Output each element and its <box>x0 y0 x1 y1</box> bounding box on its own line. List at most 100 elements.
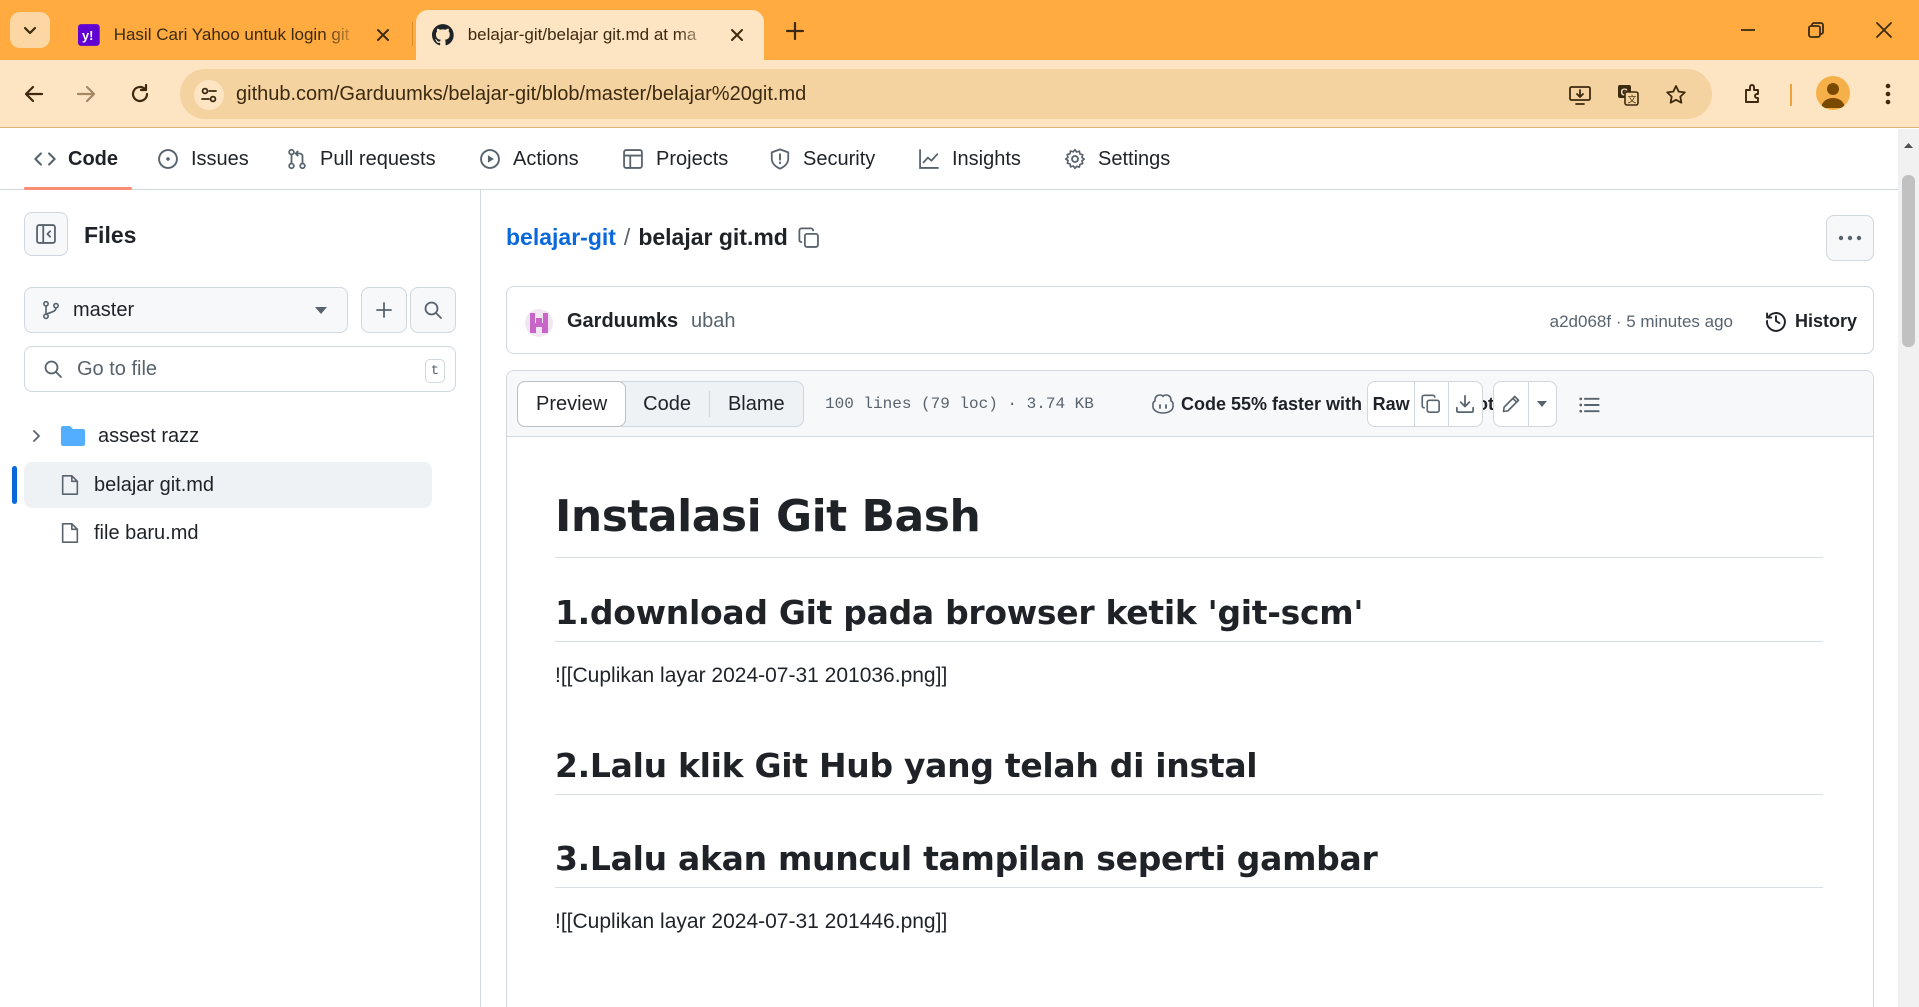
avatar[interactable] <box>525 309 553 337</box>
minimize-icon <box>1741 29 1755 31</box>
svg-text:y!: y! <box>82 28 93 43</box>
edit-file-button[interactable] <box>1494 382 1529 426</box>
history-label: History <box>1794 310 1857 331</box>
site-info-icon[interactable] <box>194 80 224 110</box>
reload-icon <box>131 83 149 103</box>
outline-button[interactable] <box>1569 385 1609 425</box>
browser-menu-button[interactable] <box>1868 74 1908 114</box>
paragraph: ![[Cuplikan layar 2024-07-31 201036.png]… <box>555 664 948 687</box>
breadcrumb-file-name: belajar git.md <box>638 224 788 250</box>
close-icon[interactable] <box>372 24 394 46</box>
tree-file-file-baru-md[interactable]: file baru.md <box>24 510 432 556</box>
blame-tab[interactable]: Blame <box>710 382 803 426</box>
heading-1: Instalasi Git Bash <box>555 491 1823 558</box>
back-button[interactable] <box>14 74 54 114</box>
gear-icon <box>1064 148 1086 170</box>
tab-label: Security <box>803 147 876 170</box>
close-icon[interactable] <box>726 24 748 46</box>
tab-insights[interactable]: Insights <box>918 139 1021 179</box>
preview-tab[interactable]: Preview <box>517 381 627 427</box>
tab-projects[interactable]: Projects <box>622 139 728 179</box>
sidebar-title: Files <box>84 222 137 248</box>
more-options-button[interactable] <box>1826 215 1874 261</box>
file-header: Preview Code Blame 100 lines (79 loc) · … <box>507 371 1873 437</box>
scroll-up-arrow-icon[interactable] <box>1898 135 1919 155</box>
yahoo-icon: y! <box>78 24 100 46</box>
tab-label: Settings <box>1098 147 1171 170</box>
search-code-button[interactable] <box>410 287 456 333</box>
toolbar-separator <box>1790 84 1792 106</box>
commit-message[interactable]: ubah <box>691 310 736 333</box>
forward-button[interactable] <box>66 74 106 114</box>
commit-author[interactable]: Garduumks <box>567 310 678 333</box>
kebab-menu-icon <box>1885 83 1891 105</box>
heading-2: 3.Lalu akan muncul tampilan seperti gamb… <box>555 839 1823 888</box>
restore-button[interactable] <box>1782 8 1850 52</box>
tab-issues[interactable]: Issues <box>157 139 249 179</box>
tree-folder-assest-razz[interactable]: assest razz <box>24 413 432 459</box>
tree-item-label: belajar git.md <box>94 473 215 496</box>
browser-tab-yahoo[interactable]: y! Hasil Cari Yahoo untuk login git <box>62 10 410 60</box>
tab-code[interactable]: Code <box>34 139 118 179</box>
minimize-button[interactable] <box>1714 8 1782 52</box>
profile-avatar[interactable] <box>1816 76 1850 110</box>
caret-down-icon <box>1537 401 1548 407</box>
add-file-button[interactable] <box>361 287 407 333</box>
view-mode-toggle: Preview Code Blame <box>517 381 804 427</box>
copy-raw-button[interactable] <box>1415 382 1449 426</box>
copy-path-icon[interactable] <box>798 226 820 249</box>
tab-actions[interactable]: Actions <box>479 139 579 179</box>
translate-icon[interactable]: G文 <box>1614 81 1642 109</box>
restore-icon <box>1808 22 1824 38</box>
bookmark-star-icon[interactable] <box>1662 81 1690 109</box>
tab-label: Pull requests <box>320 147 436 170</box>
history-icon <box>1766 312 1786 332</box>
address-bar[interactable]: github.com/Garduumks/belajar-git/blob/ma… <box>180 69 1712 119</box>
download-icon <box>1456 395 1475 413</box>
extensions-icon[interactable] <box>1734 74 1774 114</box>
tab-pull-requests[interactable]: Pull requests <box>286 139 436 179</box>
heading-2: 2.Lalu klik Git Hub yang telah di instal <box>555 746 1823 795</box>
latest-commit-bar: Garduumks ubah a2d068f · 5 minutes ago H… <box>506 286 1874 354</box>
tab-security[interactable]: Security <box>769 139 875 179</box>
breadcrumb-separator: / <box>623 224 631 250</box>
arrow-right-icon <box>76 85 96 103</box>
close-window-button[interactable] <box>1850 8 1918 52</box>
tab-search-button[interactable] <box>10 12 50 48</box>
keyboard-shortcut-hint: t <box>425 359 445 383</box>
file-stats: 100 lines (79 loc) · 3.74 KB <box>825 395 1094 413</box>
table-icon <box>623 149 643 169</box>
pull-request-icon <box>288 148 306 170</box>
commit-hash-time[interactable]: a2d068f · 5 minutes ago <box>1550 312 1733 332</box>
tab-label: Issues <box>191 147 249 170</box>
url-text[interactable]: github.com/Garduumks/belajar-git/blob/ma… <box>236 83 806 106</box>
tab-settings[interactable]: Settings <box>1064 139 1170 179</box>
code-tab[interactable]: Code <box>625 382 709 426</box>
pencil-icon <box>1502 395 1520 413</box>
play-circle-icon <box>480 149 500 169</box>
tree-file-belajar-git-md[interactable]: belajar git.md <box>24 462 432 508</box>
reload-button[interactable] <box>120 74 160 114</box>
edit-dropdown-button[interactable] <box>1529 382 1556 426</box>
raw-button[interactable]: Raw <box>1368 382 1416 426</box>
chevron-right-icon <box>33 430 40 442</box>
browser-tab-github[interactable]: belajar-git/belajar git.md at ma <box>416 10 764 60</box>
copilot-icon <box>1152 394 1174 414</box>
tab-separator <box>412 22 413 46</box>
install-app-icon[interactable] <box>1566 81 1594 109</box>
breadcrumb-repo-link[interactable]: belajar-git <box>506 224 616 251</box>
download-raw-button[interactable] <box>1449 382 1482 426</box>
branch-selector[interactable]: master <box>24 287 348 333</box>
browser-toolbar: github.com/Garduumks/belajar-git/blob/ma… <box>0 60 1919 128</box>
go-to-file-input[interactable]: Go to file t <box>24 346 456 392</box>
new-tab-button[interactable] <box>778 14 812 48</box>
sidebar-collapse-icon <box>36 224 56 244</box>
page-scrollbar[interactable] <box>1898 129 1919 1007</box>
heading-2: 1.download Git pada browser ketik 'git-s… <box>555 593 1823 642</box>
caret-down-icon <box>315 307 327 314</box>
close-icon <box>1876 22 1892 38</box>
file-tree-sidebar: Files master Go to file t assest razz be… <box>0 190 481 1007</box>
scrollbar-thumb[interactable] <box>1902 175 1915 347</box>
history-button[interactable]: History <box>1765 303 1857 339</box>
collapse-sidebar-button[interactable] <box>24 212 68 256</box>
